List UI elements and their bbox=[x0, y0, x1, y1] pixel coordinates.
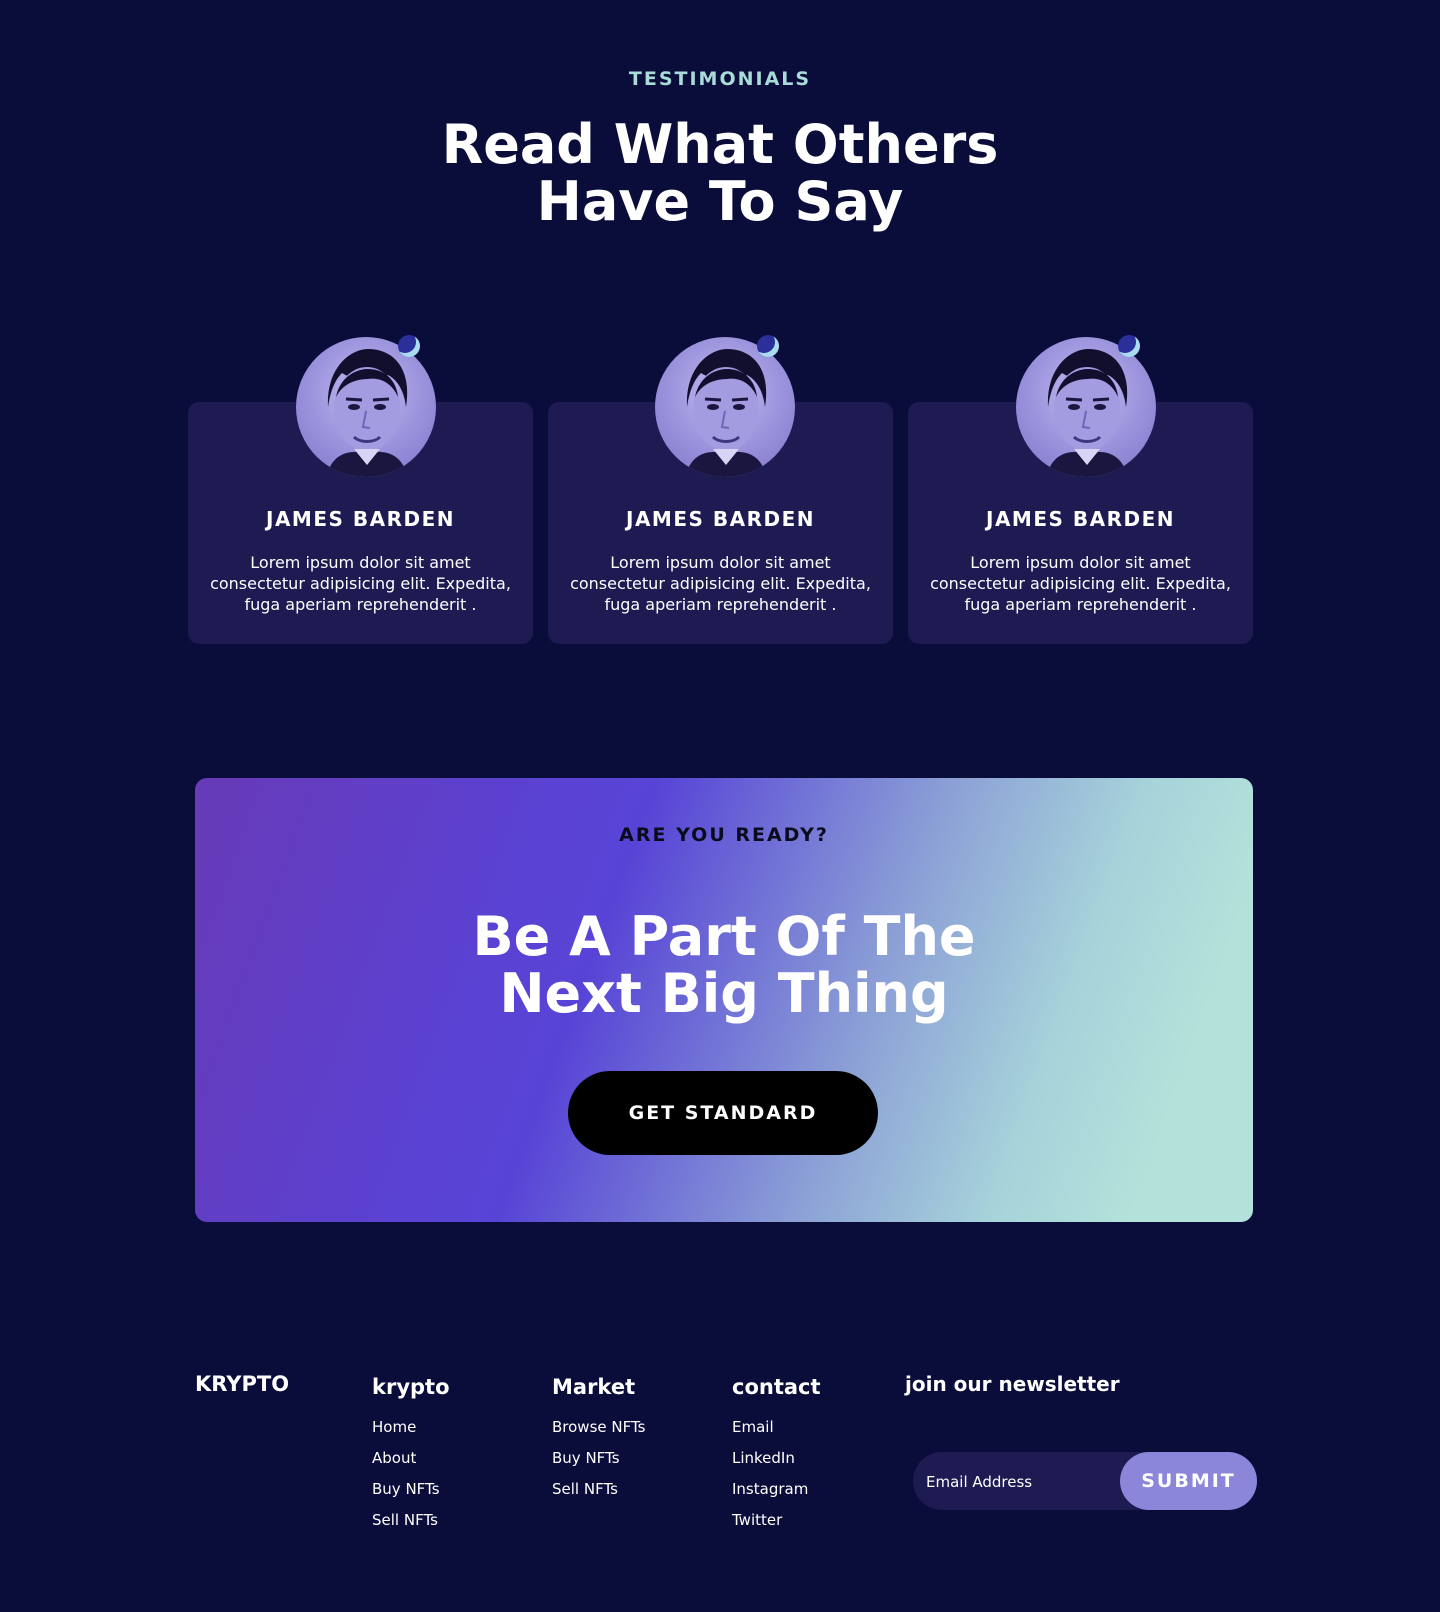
footer-link-linkedin[interactable]: LinkedIn bbox=[732, 1448, 821, 1479]
footer-link-twitter[interactable]: Twitter bbox=[732, 1510, 821, 1541]
person-portrait-icon bbox=[326, 349, 408, 477]
cta-eyebrow: ARE YOU READY? bbox=[619, 824, 829, 846]
footer-column-market: Market Browse NFTs Buy NFTs Sell NFTs bbox=[552, 1375, 645, 1510]
avatar-image bbox=[655, 337, 795, 477]
testimonials-eyebrow: TESTIMONIALS bbox=[628, 68, 812, 90]
testimonial-name: JAMES BARDEN bbox=[266, 507, 455, 531]
testimonial-name: JAMES BARDEN bbox=[626, 507, 815, 531]
cta-title: Be A Part Of The Next Big Thing bbox=[195, 908, 1253, 1022]
footer-link-browse-nfts[interactable]: Browse NFTs bbox=[552, 1417, 645, 1448]
footer-column-krypto: krypto Home About Buy NFTs Sell NFTs bbox=[372, 1375, 450, 1541]
footer-link-instagram[interactable]: Instagram bbox=[732, 1479, 821, 1510]
avatar bbox=[655, 335, 795, 477]
cta-title-line-1: Be A Part Of The bbox=[472, 905, 976, 968]
footer-link-buy-nfts[interactable]: Buy NFTs bbox=[372, 1479, 450, 1510]
testimonials-headline: Read What Others Have To Say bbox=[0, 116, 1440, 230]
footer-brand-logo[interactable]: KRYPTO bbox=[195, 1372, 289, 1396]
footer-column-title: contact bbox=[732, 1375, 821, 1399]
submit-button[interactable]: SUBMIT bbox=[1120, 1452, 1257, 1510]
footer-link-about[interactable]: About bbox=[372, 1448, 450, 1479]
person-portrait-icon bbox=[1046, 349, 1128, 477]
testimonial-text: Lorem ipsum dolor sit amet consectetur a… bbox=[210, 553, 511, 614]
headline-line-1: Read What Others bbox=[441, 113, 999, 176]
testimonial-name: JAMES BARDEN bbox=[986, 507, 1175, 531]
footer-link-sell-nfts[interactable]: Sell NFTs bbox=[372, 1510, 450, 1541]
testimonial-text: Lorem ipsum dolor sit amet consectetur a… bbox=[930, 553, 1231, 614]
footer-column-title: Market bbox=[552, 1375, 636, 1399]
footer-column-title: krypto bbox=[372, 1375, 450, 1399]
footer-link-email[interactable]: Email bbox=[732, 1417, 821, 1448]
footer-link-home[interactable]: Home bbox=[372, 1417, 450, 1448]
status-dot bbox=[398, 335, 420, 357]
footer-column-contact: contact Email LinkedIn Instagram Twitter bbox=[732, 1375, 821, 1541]
avatar-image bbox=[1016, 337, 1156, 477]
status-dot bbox=[757, 335, 779, 357]
get-standard-button[interactable]: GET STANDARD bbox=[568, 1071, 878, 1155]
cta-banner: ARE YOU READY? Be A Part Of The Next Big… bbox=[195, 778, 1253, 1222]
avatar-image bbox=[296, 337, 436, 477]
cta-title-line-2: Next Big Thing bbox=[499, 962, 949, 1025]
testimonial-text: Lorem ipsum dolor sit amet consectetur a… bbox=[570, 553, 871, 614]
headline-line-2: Have To Say bbox=[536, 170, 904, 233]
newsletter-title: join our newsletter bbox=[905, 1372, 1120, 1396]
email-input[interactable] bbox=[913, 1452, 1128, 1512]
newsletter-form: SUBMIT bbox=[913, 1452, 1257, 1512]
avatar bbox=[296, 335, 436, 477]
footer-link-buy-nfts[interactable]: Buy NFTs bbox=[552, 1448, 645, 1479]
status-dot bbox=[1118, 335, 1140, 357]
person-portrait-icon bbox=[685, 349, 767, 477]
avatar bbox=[1016, 335, 1156, 477]
footer-link-sell-nfts[interactable]: Sell NFTs bbox=[552, 1479, 645, 1510]
